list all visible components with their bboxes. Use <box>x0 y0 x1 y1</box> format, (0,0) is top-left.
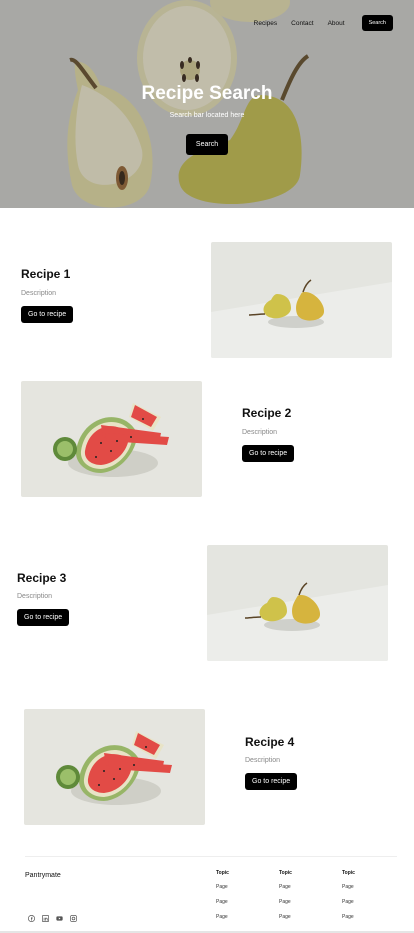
facebook-icon[interactable] <box>28 909 35 922</box>
footer-page-link[interactable]: Page <box>279 914 292 920</box>
footer-page-link[interactable]: Page <box>279 884 292 890</box>
recipe-3-title: Recipe 3 <box>17 571 67 585</box>
watermelon-image <box>21 381 202 497</box>
hero-banner: Recipes Contact About Search Recipe Sear… <box>0 0 414 208</box>
recipe-4-description: Description <box>245 757 281 764</box>
footer-topic: Topic <box>342 870 355 876</box>
footer-page-link[interactable]: Page <box>342 899 355 905</box>
footer-divider <box>25 856 397 857</box>
pears-image <box>211 242 392 358</box>
recipe-1-button[interactable]: Go to recipe <box>21 306 74 323</box>
recipe-3-photo[interactable] <box>207 545 388 661</box>
recipe-1-title: Recipe 1 <box>21 267 71 281</box>
recipe-4-button[interactable]: Go to recipe <box>245 773 298 790</box>
youtube-icon[interactable] <box>56 909 63 921</box>
pears-image <box>207 545 388 661</box>
nav-link-recipes[interactable]: Recipes <box>254 20 277 27</box>
footer-page-link[interactable]: Page <box>342 884 355 890</box>
nav-link-about[interactable]: About <box>328 20 345 27</box>
footer-topic: Topic <box>279 870 292 876</box>
hero-search-button[interactable]: Search <box>186 134 228 155</box>
recipe-2-title: Recipe 2 <box>242 406 292 420</box>
footer-page-link[interactable]: Page <box>216 899 229 905</box>
recipe-2-description: Description <box>242 429 278 436</box>
instagram-icon[interactable] <box>70 909 77 922</box>
footer-brand: Pantrymate <box>25 872 61 879</box>
footer-page-link[interactable]: Page <box>216 884 229 890</box>
top-nav: Recipes Contact About Search <box>240 15 393 31</box>
recipe-2-photo[interactable] <box>21 381 202 497</box>
recipe-1-description: Description <box>21 290 57 297</box>
footer-column-1: Topic Page Page Page <box>216 870 229 929</box>
footer-column-3: Topic Page Page Page <box>342 870 355 929</box>
footer-topic: Topic <box>216 870 229 876</box>
footer-page-link[interactable]: Page <box>342 914 355 920</box>
recipe-3-description: Description <box>17 593 53 600</box>
recipe-4-photo[interactable] <box>24 709 205 825</box>
search-bar-placeholder[interactable]: Search bar located here <box>0 112 414 119</box>
nav-link-contact[interactable]: Contact <box>291 20 313 27</box>
recipe-4-title: Recipe 4 <box>245 735 295 749</box>
footer-column-2: Topic Page Page Page <box>279 870 292 929</box>
footer-page-link[interactable]: Page <box>216 914 229 920</box>
recipe-2-button[interactable]: Go to recipe <box>242 445 295 462</box>
social-links <box>28 909 84 922</box>
recipe-3-button[interactable]: Go to recipe <box>17 609 70 626</box>
footer-page-link[interactable]: Page <box>279 899 292 905</box>
linkedin-icon[interactable] <box>42 909 49 922</box>
page-title: Recipe Search <box>141 83 273 104</box>
recipe-1-photo[interactable] <box>211 242 392 358</box>
watermelon-image <box>24 709 205 825</box>
nav-search-button[interactable]: Search <box>361 15 393 31</box>
